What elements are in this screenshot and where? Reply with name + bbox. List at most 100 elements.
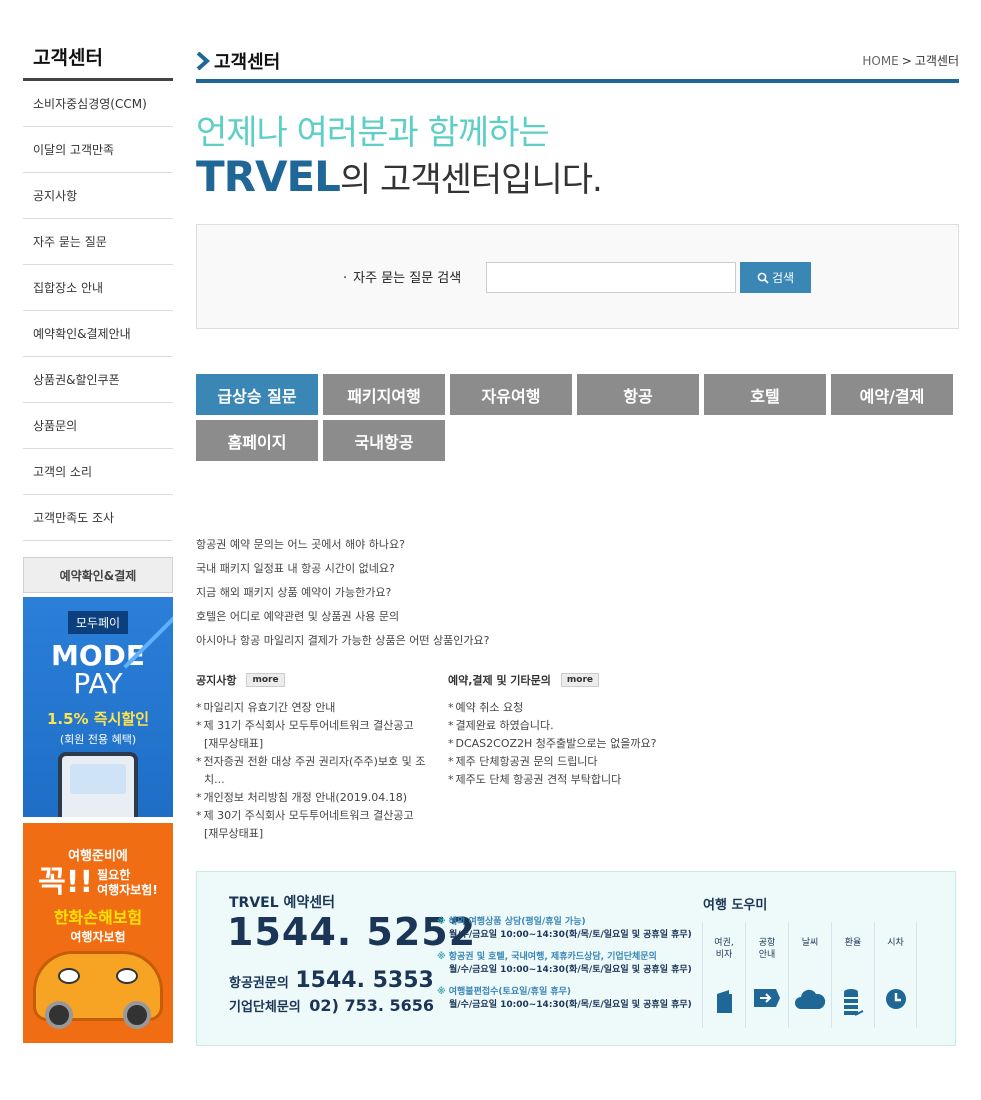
phone-illustration-icon: [58, 752, 138, 817]
sidebar: 고객센터 소비자중심경영(CCM) 이달의 고객만족 공지사항 자주 묻는 질문…: [23, 40, 173, 1043]
tab-reservation-payment[interactable]: 예약/결제: [831, 374, 953, 415]
etc-more-button[interactable]: more: [560, 673, 600, 687]
breadcrumb-separator: >: [901, 54, 912, 68]
notice-board: 공지사항 more * 마일리지 유효기간 연장 안내 * 제 31기 주식회사 모…: [196, 671, 448, 843]
insure-brand: 한화손해보험: [53, 908, 143, 927]
reservation-check-button[interactable]: 예약확인&결제: [23, 557, 173, 593]
modepay-tag: 모두페이: [67, 611, 129, 634]
insure-line1: 여행준비에: [68, 849, 128, 864]
breadcrumb-current: 고객센터: [914, 54, 959, 68]
center-note: ※ 여행불편접수(토요일/휴일 휴무) 월/수/금요일 10:00~14:30(화/…: [437, 987, 692, 1010]
etc-board-title: 예약,결제 및 기타문의: [448, 674, 551, 687]
hero-line1: 언제나 여러분과 함께하는: [196, 113, 550, 153]
boards: 공지사항 more * 마일리지 유효기간 연장 안내 * 제 31기 주식회사 모…: [196, 671, 959, 843]
etc-item[interactable]: * 결제완료 하였습니다.: [448, 717, 708, 735]
tab-homepage[interactable]: 홈페이지: [196, 420, 318, 461]
center-note: ※ 항공권 및 호텔, 국내여행, 제휴카드상담, 기업단체문의 월/수/금요일 1…: [437, 952, 692, 975]
tab-package[interactable]: 패키지여행: [323, 374, 445, 415]
sidebar-item-ccm[interactable]: 소비자중심경영(CCM): [23, 81, 173, 127]
passport-icon: [717, 990, 732, 1013]
tab-free-travel[interactable]: 자유여행: [450, 374, 572, 415]
category-tabs: 급상승 질문 패키지여행 자유여행 항공 호텔 예약/결제 홈페이지 국내항공: [196, 374, 959, 461]
breadcrumb-home[interactable]: HOME: [862, 54, 898, 68]
center-note: ※ 해외 여행상품 상담(평일/휴일 가능) 월/수/금요일 10:00~14:30…: [437, 917, 692, 940]
breadcrumb: HOME > 고객센터: [862, 52, 959, 69]
exchange-icon: [844, 989, 864, 1016]
weather-icon: [795, 989, 826, 1009]
center-notes: ※ 해외 여행상품 상담(평일/휴일 가능) 월/수/금요일 10:00~14:30…: [437, 916, 707, 1021]
faq-item[interactable]: 항공권 예약 문의는 어느 곳에서 해야 하나요?: [196, 533, 959, 557]
notice-item[interactable]: * 마일리지 유효기간 연장 안내: [196, 699, 448, 717]
hero-line2-rest: 의 고객센터입니다.: [339, 160, 603, 200]
travel-helpers: 여권, 비자 공항 안내 날씨 환율 시차: [702, 922, 917, 1028]
faq-item[interactable]: 국내 패키지 일정표 내 항공 시간이 없네요?: [196, 557, 959, 581]
helper-weather[interactable]: 날씨: [788, 922, 831, 1028]
helper-exchange[interactable]: 환율: [831, 922, 874, 1028]
modepay-sub: (회원 전용 혜택): [59, 733, 137, 746]
faq-search-button-label: 검색: [771, 271, 795, 285]
tab-hotel[interactable]: 호텔: [704, 374, 826, 415]
helper-title: 여행 도우미: [703, 898, 768, 913]
airport-icon: [754, 989, 780, 1007]
main-content: 고객센터 HOME > 고객센터 언제나 여러분과 함께하는 TRVEL의 고객센터…: [196, 40, 959, 1046]
sidebar-item-product-inquiry[interactable]: 상품문의: [23, 403, 173, 449]
etc-item[interactable]: * 제주도 단체 항공권 견적 부탁합니다: [448, 771, 708, 789]
sidebar-item-notice[interactable]: 공지사항: [23, 173, 173, 219]
tab-air[interactable]: 항공: [577, 374, 699, 415]
sidebar-item-customer-voice[interactable]: 고객의 소리: [23, 449, 173, 495]
notice-item[interactable]: * 개인정보 처리방침 개정 안내(2019.04.18): [196, 789, 448, 807]
hero: 언제나 여러분과 함께하는 TRVEL의 고객센터입니다.: [196, 113, 959, 202]
insure-need2: 여행자보험!: [97, 883, 158, 897]
chevron-right-icon: [196, 52, 210, 70]
faq-item[interactable]: 호텔은 어디로 예약관련 및 상품권 사용 문의: [196, 605, 959, 629]
wheel-icon: [123, 1001, 151, 1029]
modepay-pay-text: PAY: [73, 667, 123, 700]
notice-item[interactable]: * 제 30기 주식회사 모두투어네트워크 결산공고 [재무상태표]: [196, 807, 448, 843]
hero-line2: TRVEL의 고객센터입니다.: [196, 155, 959, 202]
faq-search-box: · 자주 묻는 질문 검색 검색: [196, 224, 959, 329]
clock-icon: [885, 989, 906, 1009]
faq-search-button[interactable]: 검색: [740, 262, 811, 293]
etc-item[interactable]: * 예약 취소 요청: [448, 699, 708, 717]
corp-inquiry: 기업단체문의 02) 753. 5656: [229, 996, 435, 1015]
sidebar-item-survey[interactable]: 고객만족도 조사: [23, 495, 173, 541]
helper-airport[interactable]: 공항 안내: [745, 922, 788, 1028]
notice-item[interactable]: * 전자증권 전환 대상 주권 권리자(주주)보호 및 조 치...: [196, 753, 448, 789]
hero-brand: TRVEL: [196, 152, 341, 201]
etc-item[interactable]: * DCAS2COZ2H 청주출발으로는 없을까요?: [448, 735, 708, 753]
notice-more-button[interactable]: more: [246, 673, 285, 687]
sidebar-menu: 소비자중심경영(CCM) 이달의 고객만족 공지사항 자주 묻는 질문 집합장소…: [23, 81, 173, 541]
sidebar-item-coupon[interactable]: 상품권&할인쿠폰: [23, 357, 173, 403]
tab-domestic-air[interactable]: 국내항공: [323, 420, 445, 461]
sidebar-item-meeting-place[interactable]: 집합장소 안내: [23, 265, 173, 311]
modepay-banner[interactable]: 모두페이 MODE PAY 1.5% 즉시할인 (회원 전용 혜택): [23, 597, 173, 817]
etc-board: 예약,결제 및 기타문의 more * 예약 취소 요청 * 결제완료 하였습니다.…: [448, 671, 708, 843]
notice-item[interactable]: * 제 31기 주식회사 모두투어네트워크 결산공고 [재무상태표]: [196, 717, 448, 753]
helper-passport[interactable]: 여권, 비자: [702, 922, 745, 1028]
notice-board-title: 공지사항: [196, 674, 237, 687]
sidebar-item-reservation-payment[interactable]: 예약확인&결제안내: [23, 311, 173, 357]
search-icon: [757, 272, 769, 284]
page-header: 고객센터 HOME > 고객센터: [196, 40, 959, 83]
wheel-icon: [45, 1001, 73, 1029]
helper-timezone[interactable]: 시차: [874, 922, 917, 1028]
sidebar-item-faq[interactable]: 자주 묻는 질문: [23, 219, 173, 265]
faq-search-input[interactable]: [486, 262, 736, 293]
air-inquiry: 항공권문의 1544. 5353: [229, 968, 434, 993]
modepay-big-text: MODE: [50, 639, 146, 672]
sidebar-title: 고객센터: [23, 40, 173, 81]
faq-item[interactable]: 아시아나 항공 마일리지 결제가 가능한 상품은 어떤 상품인가요?: [196, 629, 959, 653]
insure-kkok: 꼭!!: [38, 865, 94, 900]
faq-list: 항공권 예약 문의는 어느 곳에서 해야 하나요? 국내 패키지 일정표 내 항…: [196, 533, 959, 653]
insure-need1: 필요한: [97, 868, 131, 882]
sidebar-item-monthly-satisfaction[interactable]: 이달의 고객만족: [23, 127, 173, 173]
page-title: 고객센터: [214, 52, 281, 73]
tab-rising[interactable]: 급상승 질문: [196, 374, 318, 415]
modepay-discount: 1.5% 즉시할인: [46, 710, 150, 728]
etc-item[interactable]: * 제주 단체항공권 문의 드립니다: [448, 753, 708, 771]
center-title: TRVEL 예약센터: [229, 895, 336, 911]
faq-item[interactable]: 지금 해외 패키지 상품 예약이 가능한가요?: [196, 581, 959, 605]
insure-brand2: 여행자보험: [70, 930, 126, 944]
insurance-banner[interactable]: 여행준비에 꼭!! 필요한 여행자보험! 한화손해보험 여행자보험: [23, 823, 173, 1043]
reservation-center-box: TRVEL 예약센터 1544. 5252 항공권문의 1544. 5353 기…: [196, 871, 956, 1046]
